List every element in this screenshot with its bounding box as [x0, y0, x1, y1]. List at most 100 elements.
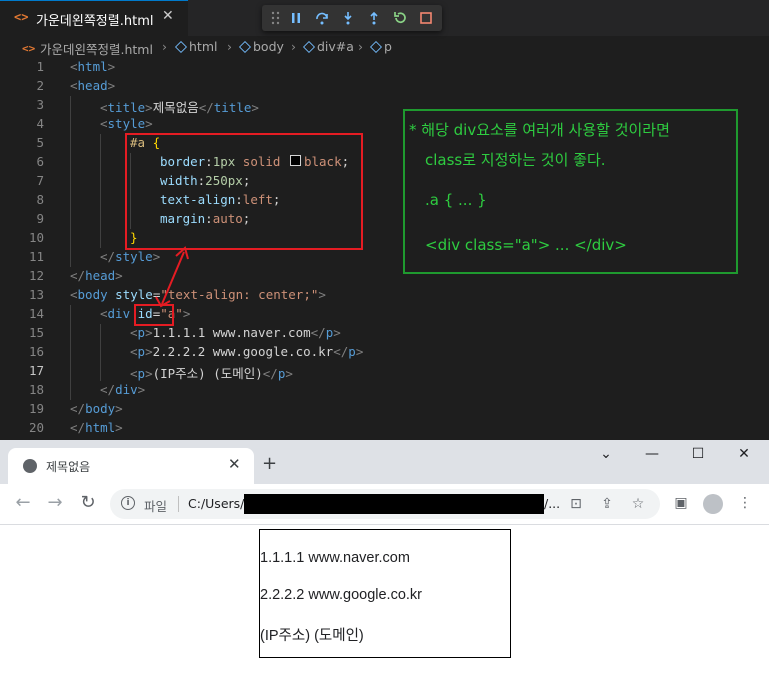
forward-icon[interactable]: → [44, 492, 66, 514]
note-line: class로 지정하는 것이 좋다. [425, 151, 606, 169]
element-icon [174, 40, 188, 54]
editor-tab[interactable]: <> 가운데왼쪽정렬.html ✕ [0, 0, 188, 36]
line-number: 15 [28, 325, 44, 340]
editor-tab-bar: <> 가운데왼쪽정렬.html ✕ [0, 0, 769, 36]
line-number: 13 [28, 287, 44, 302]
breadcrumb-p[interactable]: p [369, 39, 392, 54]
note-line: <div class="a"> ... </div> [425, 236, 627, 254]
line-number: 16 [28, 344, 44, 359]
code-text: </body> [70, 401, 123, 416]
info-icon[interactable]: i [121, 496, 135, 510]
code-line-active: 17 <p>(IP주소) (도메인)</p> [0, 362, 769, 381]
code-text: <html> [70, 59, 116, 74]
line-number: 19 [28, 401, 44, 416]
restart-icon[interactable] [392, 10, 408, 26]
line-number: 18 [28, 382, 44, 397]
code-text: </head> [70, 268, 123, 283]
page-paragraph: (IP주소) (도메인) [260, 628, 364, 644]
element-icon [302, 40, 316, 54]
globe-icon [23, 459, 37, 473]
code-text: </div> [100, 382, 146, 397]
css-rule-highlight [125, 133, 363, 250]
code-text: <p>(IP주소) (도메인)</p> [130, 366, 293, 381]
close-icon[interactable]: ✕ [228, 455, 241, 473]
reload-icon[interactable]: ↻ [77, 492, 99, 514]
code-line: 18 </div> [0, 381, 769, 400]
chevron-right-icon: › [291, 39, 296, 54]
stop-icon[interactable] [418, 10, 434, 26]
code-text: <title>제목없음</title> [100, 100, 259, 115]
browser-tab[interactable]: 제목없음 ✕ [8, 448, 254, 484]
chevron-right-icon: › [162, 39, 167, 54]
bookmark-star-icon[interactable]: ☆ [628, 494, 648, 514]
pause-icon[interactable] [288, 10, 304, 26]
element-icon [369, 40, 383, 54]
line-number: 2 [36, 78, 44, 93]
div-a-box: 1.1.1.1 www.naver.com 2.2.2.2 www.google… [259, 529, 511, 658]
line-number: 14 [28, 306, 44, 321]
breadcrumb-html[interactable]: html [174, 39, 217, 54]
breadcrumb-file[interactable]: 가운데왼쪽정렬.html [40, 39, 153, 58]
page-paragraph: 2.2.2.2 www.google.co.kr [260, 587, 423, 603]
line-number: 1 [36, 59, 44, 74]
line-number: 4 [36, 116, 44, 131]
step-over-icon[interactable] [314, 10, 330, 26]
breadcrumb: <> 가운데왼쪽정렬.html › html › body › div#a › … [22, 39, 392, 58]
step-out-icon[interactable] [366, 10, 382, 26]
arrow-icon [155, 246, 189, 308]
browser-window: 제목없음 ✕ + ⌄ — ☐ ✕ ← → ↻ i 파일 C:/Users/ /.… [0, 440, 769, 682]
chevron-right-icon: › [358, 39, 363, 54]
code-line: 15 <p>1.1.1.1 www.naver.com</p> [0, 324, 769, 343]
code-line: 19 </body> [0, 400, 769, 419]
line-number: 17 [28, 363, 44, 378]
debug-toolbar [262, 5, 442, 31]
code-text: <p>2.2.2.2 www.google.co.kr</p> [130, 344, 364, 359]
page-paragraph: 1.1.1.1 www.naver.com [260, 550, 410, 566]
code-text: <head> [70, 78, 116, 93]
line-number: 10 [28, 230, 44, 245]
drag-grip-icon[interactable] [268, 10, 284, 26]
profile-avatar-icon[interactable] [703, 494, 723, 514]
new-tab-button[interactable]: + [262, 453, 277, 474]
step-into-icon[interactable] [340, 10, 356, 26]
line-number: 20 [28, 420, 44, 435]
browser-tab-strip: 제목없음 ✕ + ⌄ — ☐ ✕ [0, 440, 769, 484]
html-file-icon: <> [14, 10, 29, 24]
note-line: * 해당 div요소를 여러개 사용할 것이라면 [409, 121, 670, 139]
share-icon[interactable]: ⇪ [597, 494, 617, 514]
browser-toolbar: ← → ↻ i 파일 C:/Users/ /... ⊡ ⇪ ☆ ▣ ⋮ [0, 484, 769, 525]
note-line: .a { ... } [425, 191, 487, 209]
code-line: 16 <p>2.2.2.2 www.google.co.kr</p> [0, 343, 769, 362]
code-text: </html> [70, 420, 123, 435]
line-number: 11 [28, 249, 44, 264]
chevron-down-icon[interactable]: ⌄ [596, 446, 616, 462]
editor-tab-title: 가운데왼쪽정렬.html [36, 14, 154, 29]
line-number: 3 [36, 97, 44, 112]
line-number: 7 [36, 173, 44, 188]
menu-kebab-icon[interactable]: ⋮ [735, 493, 755, 513]
annotation-note: * 해당 div요소를 여러개 사용할 것이라면 class로 지정하는 것이 … [403, 109, 738, 274]
back-icon[interactable]: ← [12, 492, 34, 514]
line-number: 6 [36, 154, 44, 169]
address-label: 파일 [144, 499, 168, 514]
maximize-icon[interactable]: ☐ [688, 446, 708, 462]
breadcrumb-body[interactable]: body [238, 39, 284, 54]
line-number: 9 [36, 211, 44, 226]
code-line: 2 <head> [0, 77, 769, 96]
line-number: 8 [36, 192, 44, 207]
breadcrumb-div[interactable]: div#a [302, 39, 354, 54]
address-bar[interactable]: i 파일 C:/Users/ /... ⊡ ⇪ ☆ [110, 489, 660, 519]
chevron-right-icon: › [227, 39, 232, 54]
translate-icon[interactable]: ⊡ [566, 494, 586, 514]
line-number: 5 [36, 135, 44, 150]
line-number: 12 [28, 268, 44, 283]
url-text-end: /... [544, 496, 561, 511]
close-tab-icon[interactable]: ✕ [162, 8, 174, 24]
window-close-icon[interactable]: ✕ [734, 446, 754, 462]
minimize-icon[interactable]: — [642, 446, 662, 462]
redaction-bar [244, 494, 544, 514]
side-panel-icon[interactable]: ▣ [671, 493, 691, 513]
url-text: C:/Users/ [188, 496, 245, 511]
code-editor: <> 가운데왼쪽정렬.html ✕ <> 가운데왼쪽정렬.html › html… [0, 0, 769, 440]
code-line: 14 <div id="a"> [0, 305, 769, 324]
